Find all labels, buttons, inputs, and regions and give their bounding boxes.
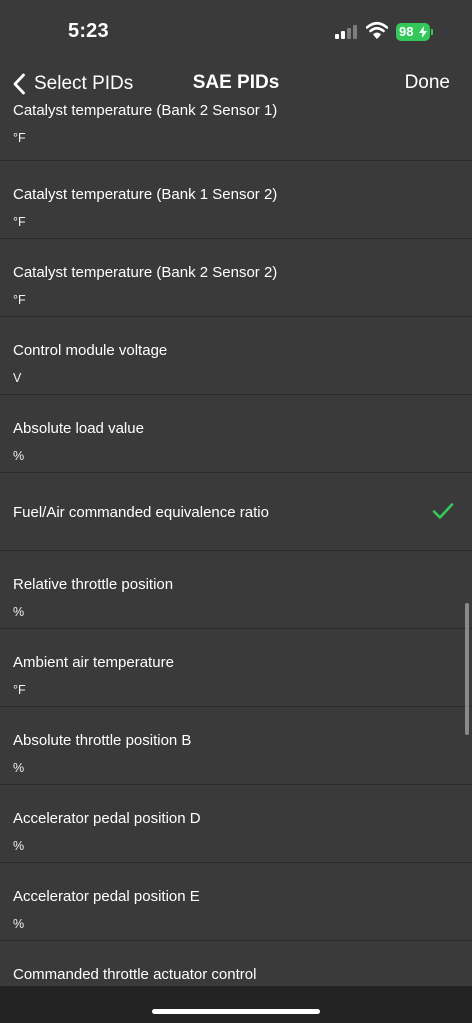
pid-unit: %: [13, 917, 25, 931]
pid-name: Catalyst temperature (Bank 1 Sensor 2): [13, 186, 278, 203]
pid-name: Accelerator pedal position E: [13, 888, 200, 905]
pid-name: Control module voltage: [13, 342, 168, 359]
pid-name: Catalyst temperature (Bank 2 Sensor 1): [13, 102, 278, 119]
battery-tip: [431, 29, 433, 35]
pid-row[interactable]: Ambient air temperature °F: [0, 629, 472, 707]
bottom-bar: [0, 986, 472, 1023]
clock: 5:23: [68, 20, 109, 42]
pid-row[interactable]: Catalyst temperature (Bank 2 Sensor 2) °…: [0, 239, 472, 317]
scrollbar[interactable]: [465, 603, 469, 735]
battery-icon: 98: [396, 23, 430, 41]
wifi-icon: [366, 21, 388, 39]
back-button[interactable]: Select PIDs: [12, 70, 133, 98]
pid-row[interactable]: Absolute throttle position B %: [0, 707, 472, 785]
screen: Catalyst temperature (Bank 2 Sensor 1) °…: [0, 0, 472, 1023]
chevron-left-icon: [13, 73, 25, 95]
pid-row[interactable]: Catalyst temperature (Bank 1 Sensor 2) °…: [0, 161, 472, 239]
nav-bar: Select PIDs SAE PIDs Done: [0, 62, 472, 100]
pid-name: Absolute throttle position B: [13, 732, 192, 749]
home-indicator[interactable]: [152, 1009, 320, 1014]
pid-name: Accelerator pedal position D: [13, 810, 201, 827]
cellular-signal-icon: [335, 25, 359, 39]
pid-name: Relative throttle position: [13, 576, 174, 593]
pid-unit: %: [13, 605, 25, 619]
status-bar: 5:23 98: [0, 0, 472, 62]
pid-name: Commanded throttle actuator control: [13, 966, 257, 983]
pid-unit: %: [13, 761, 25, 775]
pid-unit: V: [13, 371, 22, 385]
done-button[interactable]: Done: [405, 72, 450, 94]
pid-row-selected[interactable]: Fuel/Air commanded equivalence ratio: [0, 473, 472, 551]
pid-row[interactable]: Control module voltage V: [0, 317, 472, 395]
pid-unit: °F: [13, 131, 26, 145]
battery-level: 98: [399, 24, 414, 39]
pid-list[interactable]: Catalyst temperature (Bank 2 Sensor 1) °…: [0, 82, 472, 1019]
pid-row[interactable]: Accelerator pedal position E %: [0, 863, 472, 941]
pid-unit: %: [13, 449, 25, 463]
pid-name: Ambient air temperature: [13, 654, 174, 671]
pid-row[interactable]: Accelerator pedal position D %: [0, 785, 472, 863]
pid-name: Catalyst temperature (Bank 2 Sensor 2): [13, 264, 278, 281]
pid-unit: °F: [13, 293, 26, 307]
pid-name: Absolute load value: [13, 420, 144, 437]
pid-name: Fuel/Air commanded equivalence ratio: [13, 504, 269, 521]
pid-unit: °F: [13, 215, 26, 229]
charging-bolt-icon: [419, 26, 427, 38]
checkmark-icon: [432, 503, 454, 519]
back-label: Select PIDs: [34, 73, 134, 94]
pid-unit: °F: [13, 683, 26, 697]
pid-row[interactable]: Relative throttle position %: [0, 551, 472, 629]
pid-unit: %: [13, 839, 25, 853]
pid-row[interactable]: Absolute load value %: [0, 395, 472, 473]
